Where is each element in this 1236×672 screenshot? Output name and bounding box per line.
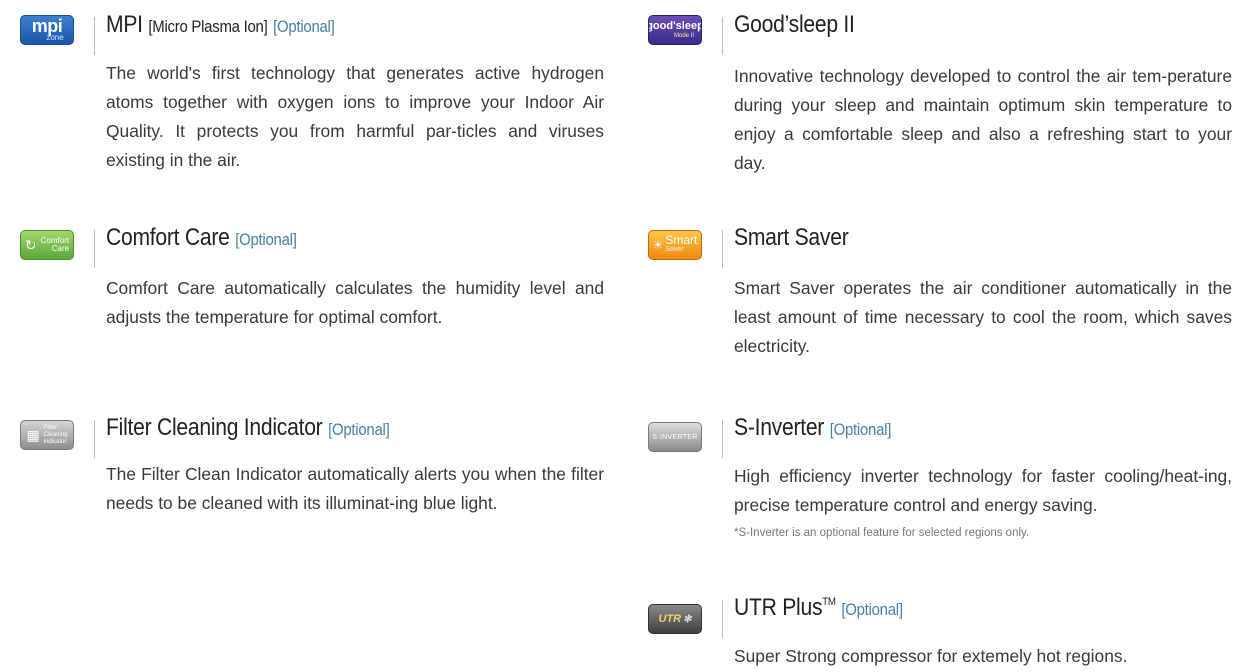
feature-title: Smart Saver <box>734 224 849 251</box>
feature-description: Comfort Care automatically calculates th… <box>106 278 604 327</box>
filter-grid-icon: ▦ <box>26 426 40 443</box>
leaf-icon: ↻ <box>24 237 37 253</box>
feature-description: The world's first technology that genera… <box>106 63 604 170</box>
optional-tag: [Optional] <box>273 17 335 36</box>
optional-tag: [Optional] <box>829 420 892 439</box>
fan-icon: ✻ <box>683 613 692 625</box>
comfort-care-logo: ↻ Comfort Care <box>20 230 74 260</box>
feature-description: High efficiency inverter technology for … <box>734 466 1232 515</box>
goodsleep-logo: good'sleep Mode II <box>648 15 702 45</box>
feature-subtitle: [Micro Plasma Ion] <box>148 17 268 36</box>
optional-tag: [Optional] <box>841 600 903 619</box>
divider <box>722 600 723 638</box>
filter-cleaning-logo: ▦ Filter Cleaning indicator <box>20 420 74 450</box>
divider <box>94 17 95 55</box>
utr-logo: UTR ✻ <box>648 604 702 634</box>
feature-description: Innovative technology developed to contr… <box>734 66 1232 173</box>
mpi-zone-logo: mpi zone <box>20 15 74 45</box>
optional-tag: [Optional] <box>235 230 297 249</box>
divider <box>722 420 723 458</box>
feature-title: Comfort Care [Optional] <box>106 224 297 251</box>
sun-icon: ☀ <box>652 238 664 252</box>
smart-saver-logo: ☀ Smart Saver <box>648 230 702 260</box>
divider <box>94 420 95 458</box>
feature-title: S-Inverter [Optional] <box>734 414 892 441</box>
footnote: *S-Inverter is an optional feature for s… <box>734 527 1030 539</box>
feature-title: Filter Cleaning Indicator [Optional] <box>106 414 390 441</box>
feature-title: Good’sleep II <box>734 11 855 38</box>
s-inverter-logo: S·INVERTER <box>648 422 702 452</box>
divider <box>722 230 723 268</box>
feature-title: UTR PlusTM [Optional] <box>734 594 903 621</box>
feature-title: MPI [Micro Plasma Ion] [Optional] <box>106 11 335 38</box>
feature-description: Smart Saver operates the air conditioner… <box>734 278 1232 356</box>
feature-description: The Filter Clean Indicator automatically… <box>106 464 604 513</box>
divider <box>94 230 95 268</box>
feature-description: Super Strong compressor for extemely hot… <box>734 646 1128 666</box>
divider <box>722 17 723 55</box>
trademark: TM <box>822 596 836 608</box>
optional-tag: [Optional] <box>328 420 390 439</box>
